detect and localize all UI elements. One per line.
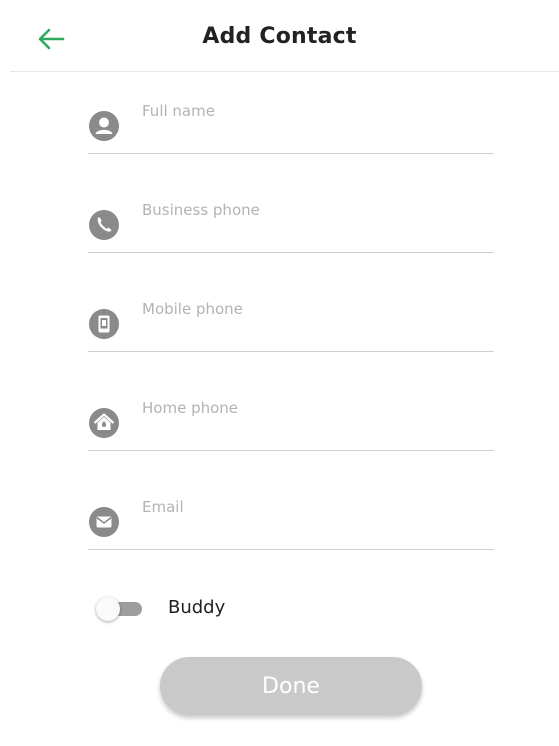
email-field	[88, 468, 494, 550]
mobile-phone-input[interactable]	[142, 294, 482, 324]
field-underline	[88, 351, 494, 352]
home-icon	[89, 408, 119, 438]
mobile-phone-field	[88, 270, 494, 352]
add-contact-screen: Add Contact Full name Business phone Mob…	[0, 0, 559, 746]
full-name-field	[88, 72, 494, 154]
field-underline	[88, 252, 494, 253]
done-button[interactable]: Done	[160, 657, 422, 715]
buddy-toggle[interactable]	[96, 596, 142, 622]
field-underline	[88, 450, 494, 451]
field-underline	[88, 549, 494, 550]
home-phone-field	[88, 369, 494, 451]
email-icon	[89, 507, 119, 537]
home-phone-input[interactable]	[142, 393, 482, 423]
field-underline	[88, 153, 494, 154]
page-title: Add Contact	[202, 24, 357, 49]
toggle-knob	[96, 597, 120, 621]
full-name-input[interactable]	[142, 96, 482, 126]
person-icon	[89, 111, 119, 141]
mobile-icon	[89, 309, 119, 339]
phone-icon	[89, 210, 119, 240]
business-phone-input[interactable]	[142, 195, 482, 225]
header: Add Contact	[0, 0, 559, 72]
buddy-row: Buddy	[96, 594, 296, 624]
email-input[interactable]	[142, 492, 482, 522]
buddy-label: Buddy	[168, 597, 226, 618]
business-phone-field	[88, 171, 494, 253]
